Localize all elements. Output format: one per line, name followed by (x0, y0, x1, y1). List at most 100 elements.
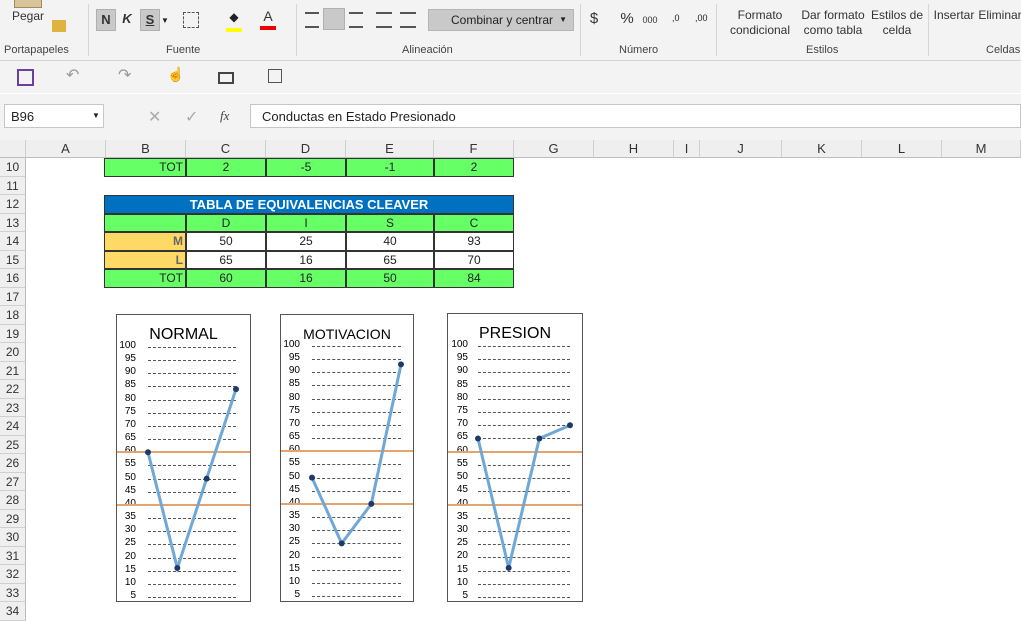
column-header-c[interactable]: C (186, 140, 266, 158)
insert-button[interactable]: Insertar (932, 8, 976, 23)
delete-button[interactable]: Eliminar (978, 8, 1021, 23)
row-header-16[interactable]: 16 (0, 269, 26, 288)
touch-mode-icon[interactable]: ☝ (167, 66, 184, 83)
corner-select-all[interactable] (0, 140, 26, 158)
cell-value[interactable]: 25 (266, 232, 346, 251)
decrease-decimal-icon[interactable]: ,00 (695, 13, 708, 23)
cell-value[interactable]: 2 (186, 158, 266, 177)
column-header-h[interactable]: H (594, 140, 674, 158)
chevron-down-icon[interactable]: ▼ (161, 16, 169, 25)
row-header-18[interactable]: 18 (0, 306, 26, 325)
row-header-28[interactable]: 28 (0, 491, 26, 510)
column-header-a[interactable]: A (26, 140, 106, 158)
row-header-32[interactable]: 32 (0, 565, 26, 584)
column-header-j[interactable]: J (700, 140, 782, 158)
cell-value[interactable]: 16 (266, 251, 346, 269)
cleaver-header-d[interactable]: D (186, 214, 266, 232)
percent-button[interactable]: % (618, 11, 636, 26)
cell-styles-button[interactable]: Estilos de celda (866, 8, 928, 38)
row-header-26[interactable]: 26 (0, 454, 26, 473)
cell-value[interactable]: 40 (346, 232, 434, 251)
column-header-l[interactable]: L (862, 140, 942, 158)
row-header-25[interactable]: 25 (0, 436, 26, 454)
chart-motivacion[interactable]: MOTIVACION (280, 314, 414, 602)
align-center-icon[interactable] (323, 8, 345, 30)
cleaver-header-i[interactable]: I (266, 214, 346, 232)
customize-icon[interactable] (268, 69, 282, 83)
italic-button[interactable]: K (118, 9, 136, 29)
row-header-30[interactable]: 30 (0, 528, 26, 547)
align-left-icon[interactable] (305, 12, 319, 28)
cell-value[interactable]: 70 (434, 251, 514, 269)
row-header-27[interactable]: 27 (0, 473, 26, 491)
increase-decimal-icon[interactable]: ,0 (672, 13, 680, 23)
column-header-m[interactable]: M (942, 140, 1021, 158)
column-header-e[interactable]: E (346, 140, 434, 158)
row-header-29[interactable]: 29 (0, 510, 26, 528)
thousands-button[interactable]: 000 (640, 13, 660, 28)
column-header-k[interactable]: K (782, 140, 862, 158)
cell-value[interactable]: -5 (266, 158, 346, 177)
align-right-icon[interactable] (349, 12, 363, 28)
cleaver-header-c[interactable]: C (434, 214, 514, 232)
row-header-22[interactable]: 22 (0, 380, 26, 399)
redo-icon[interactable]: ↷ (118, 65, 131, 85)
column-header-b[interactable]: B (106, 140, 186, 158)
cell-label-m[interactable]: M (104, 232, 186, 251)
row-header-23[interactable]: 23 (0, 399, 26, 417)
row-header-34[interactable]: 34 (0, 602, 26, 621)
row-header-11[interactable]: 11 (0, 177, 26, 195)
cleaver-header-blank[interactable] (104, 214, 186, 232)
column-header-d[interactable]: D (266, 140, 346, 158)
cell-label-tot[interactable]: TOT (104, 269, 186, 288)
row-header-10[interactable]: 10 (0, 158, 26, 177)
formula-input[interactable]: Conductas en Estado Presionado (250, 104, 1021, 128)
cell-value[interactable]: 60 (186, 269, 266, 288)
save-icon[interactable] (17, 69, 34, 86)
cell-value[interactable]: 65 (186, 251, 266, 269)
row-header-15[interactable]: 15 (0, 251, 26, 269)
cleaver-header-s[interactable]: S (346, 214, 434, 232)
fill-color-icon[interactable]: ◆ (226, 10, 242, 32)
column-header-g[interactable]: G (514, 140, 594, 158)
insert-function-icon[interactable]: fx (220, 108, 229, 124)
decrease-indent-icon[interactable] (376, 12, 392, 28)
cell-value[interactable]: 50 (346, 269, 434, 288)
row-header-17[interactable]: 17 (0, 288, 26, 306)
chevron-down-icon[interactable]: ▼ (92, 111, 100, 120)
cell-value[interactable]: 84 (434, 269, 514, 288)
row-header-24[interactable]: 24 (0, 417, 26, 436)
cell-value[interactable]: 93 (434, 232, 514, 251)
format-as-table-button[interactable]: Dar formato como tabla (797, 8, 869, 38)
enter-icon[interactable]: ✓ (185, 107, 198, 127)
increase-indent-icon[interactable] (400, 12, 416, 28)
cell-value[interactable]: 2 (434, 158, 514, 177)
row-header-31[interactable]: 31 (0, 547, 26, 565)
cancel-icon[interactable]: ✕ (148, 107, 161, 127)
column-header-i[interactable]: I (674, 140, 700, 158)
underline-button[interactable]: S (140, 9, 160, 31)
row-header-33[interactable]: 33 (0, 584, 26, 602)
paste-button[interactable]: Pegar (8, 9, 48, 24)
undo-icon[interactable]: ↶ (66, 65, 79, 85)
cell-label-tot-row10[interactable]: TOT (104, 158, 186, 177)
row-header-19[interactable]: 19 (0, 325, 26, 343)
borders-icon[interactable] (183, 12, 199, 28)
cell-label-l[interactable]: L (104, 251, 186, 269)
screen-icon[interactable] (218, 72, 234, 84)
font-color-icon[interactable]: A (260, 8, 276, 30)
bold-button[interactable]: N (96, 9, 116, 31)
cell-value[interactable]: -1 (346, 158, 434, 177)
row-header-21[interactable]: 21 (0, 362, 26, 380)
row-header-20[interactable]: 20 (0, 343, 26, 362)
cell-value[interactable]: 50 (186, 232, 266, 251)
name-box[interactable]: B96 (4, 104, 104, 128)
row-header-14[interactable]: 14 (0, 232, 26, 251)
currency-button[interactable]: $ (587, 11, 601, 26)
paste-icon[interactable] (14, 0, 42, 8)
row-header-13[interactable]: 13 (0, 214, 26, 232)
cell-value[interactable]: 16 (266, 269, 346, 288)
conditional-format-button[interactable]: Formato condicional (720, 8, 800, 38)
cell-value[interactable]: 65 (346, 251, 434, 269)
column-header-f[interactable]: F (434, 140, 514, 158)
